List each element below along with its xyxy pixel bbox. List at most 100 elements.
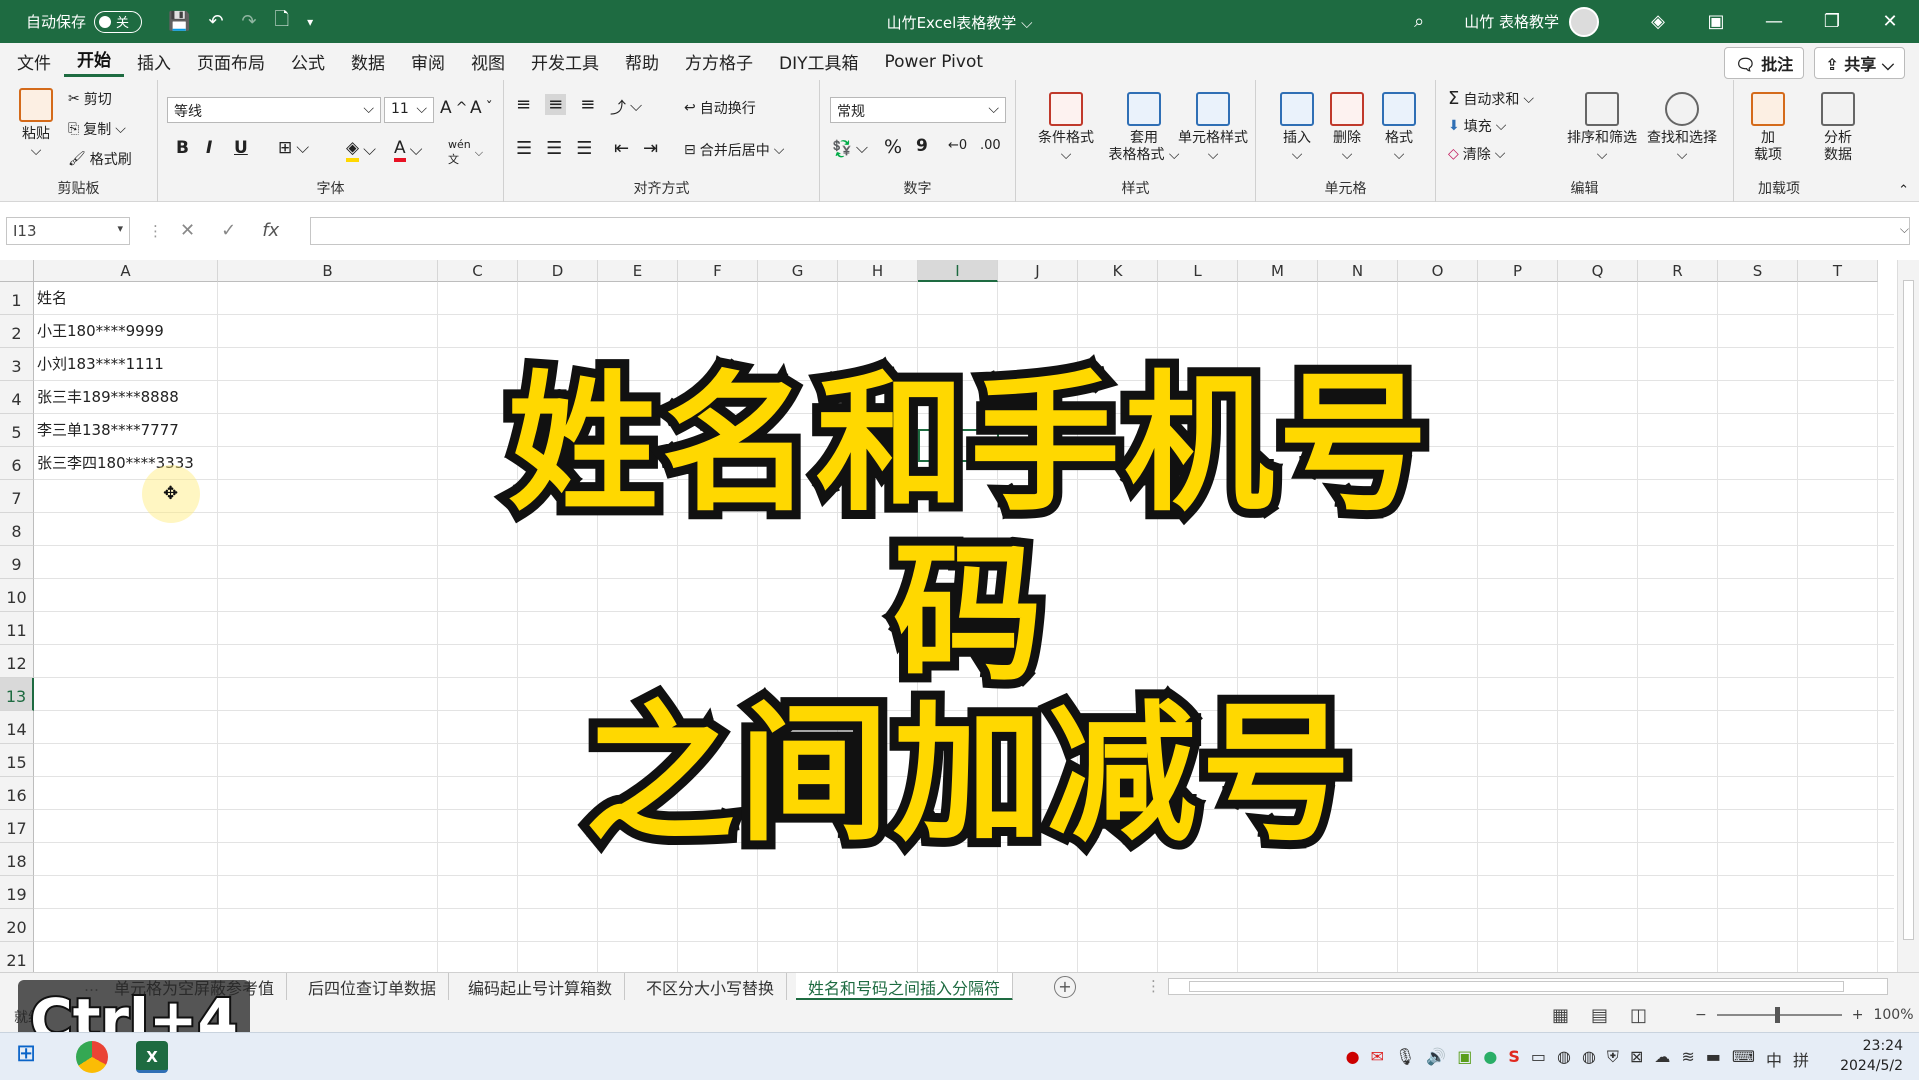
customize-toolbar-icon[interactable]: ▾ xyxy=(307,15,313,29)
horizontal-scroll-thumb[interactable] xyxy=(1189,981,1844,992)
phonetic-button[interactable]: wén 文 ⌵ xyxy=(448,138,483,167)
column-header-n[interactable]: N xyxy=(1318,260,1398,282)
record-icon[interactable]: ● xyxy=(1346,1047,1360,1071)
battery-icon[interactable]: ▬ xyxy=(1706,1047,1721,1071)
sort-filter-button[interactable]: 排序和筛选 ⌵ xyxy=(1562,92,1642,164)
keyboard-icon[interactable]: ⌨ xyxy=(1732,1047,1755,1071)
column-header-a[interactable]: A xyxy=(34,260,218,282)
column-header-m[interactable]: M xyxy=(1238,260,1318,282)
save-icon[interactable]: 💾 xyxy=(168,11,190,32)
column-header-f[interactable]: F xyxy=(678,260,758,282)
shrink-font-button[interactable]: Aˇ xyxy=(470,98,493,118)
wechat-icon[interactable]: ● xyxy=(1483,1047,1497,1071)
system-clock[interactable]: 23:24 2024/5/2 xyxy=(1840,1036,1903,1076)
app-tray-icon[interactable]: ✉ xyxy=(1371,1047,1384,1071)
zoom-in-button[interactable]: + xyxy=(1852,1007,1864,1023)
normal-view-icon[interactable]: ▦ xyxy=(1552,1005,1569,1026)
format-painter-button[interactable]: 🖌 格式刷 xyxy=(68,149,132,169)
addins-button[interactable]: 加 载项 xyxy=(1748,92,1788,164)
find-select-button[interactable]: 查找和选择 ⌵ xyxy=(1642,92,1722,164)
row-header-6[interactable]: 6 xyxy=(0,447,34,480)
font-name-select[interactable]: 等线 ⌵ xyxy=(167,97,381,123)
row-header-1[interactable]: 1 xyxy=(0,282,34,315)
column-header-s[interactable]: S xyxy=(1718,260,1798,282)
tab-power-pivot[interactable]: Power Pivot xyxy=(872,52,997,72)
column-header-p[interactable]: P xyxy=(1478,260,1558,282)
tab-review[interactable]: 审阅 xyxy=(398,49,458,74)
select-all-corner[interactable] xyxy=(0,260,34,282)
row-header-16[interactable]: 16 xyxy=(0,777,34,810)
row-header-13[interactable]: 13 xyxy=(0,678,34,711)
tab-fangfang[interactable]: 方方格子 xyxy=(672,49,766,74)
name-box[interactable]: I13 ▾ xyxy=(6,217,130,245)
currency-button[interactable]: 💱 ⌵ xyxy=(832,138,868,158)
excel-taskbar-icon[interactable]: X xyxy=(136,1041,168,1073)
diamond-icon[interactable]: ◈ xyxy=(1629,11,1687,32)
tab-developer[interactable]: 开发工具 xyxy=(518,49,612,74)
column-header-r[interactable]: R xyxy=(1638,260,1718,282)
collapse-ribbon-icon[interactable]: ⌃ xyxy=(1898,183,1909,198)
align-top-icon[interactable]: ≡ xyxy=(516,94,531,115)
horizontal-align-buttons[interactable]: ☰ ☰ ☰ xyxy=(516,138,592,159)
wrap-text-button[interactable]: ↩ 自动换行 xyxy=(684,98,756,118)
column-header-e[interactable]: E xyxy=(598,260,678,282)
row-header-20[interactable]: 20 xyxy=(0,909,34,942)
row-header-11[interactable]: 11 xyxy=(0,612,34,645)
align-right-icon[interactable]: ☰ xyxy=(576,138,592,159)
column-header-b[interactable]: B xyxy=(218,260,438,282)
cell-a4[interactable]: 张三丰189****8888 xyxy=(37,381,179,414)
comments-button[interactable]: 🗨 批注 xyxy=(1724,47,1805,79)
column-header-g[interactable]: G xyxy=(758,260,838,282)
qq-icon-2[interactable]: ◍ xyxy=(1582,1047,1596,1071)
bold-button[interactable]: B xyxy=(176,138,189,158)
wifi-icon[interactable]: ≋ xyxy=(1681,1047,1694,1071)
autosum-button[interactable]: Σ 自动求和 ⌵ xyxy=(1448,88,1534,109)
row-header-9[interactable]: 9 xyxy=(0,546,34,579)
analyze-data-button[interactable]: 分析 数据 xyxy=(1818,92,1858,164)
column-header-o[interactable]: O xyxy=(1398,260,1478,282)
new-doc-icon[interactable]: 🗋 xyxy=(275,7,289,37)
redo-icon[interactable]: ↷ xyxy=(242,11,257,32)
horizontal-scrollbar[interactable] xyxy=(1168,978,1888,995)
format-cells-button[interactable]: 格式 ⌵ xyxy=(1376,92,1422,164)
page-layout-view-icon[interactable]: ▤ xyxy=(1591,1005,1608,1026)
insert-function-icon[interactable]: fx xyxy=(262,220,279,241)
align-middle-icon[interactable]: ≡ xyxy=(545,94,567,115)
increase-indent-icon[interactable]: ⇥ xyxy=(643,138,658,159)
cell-a1[interactable]: 姓名 xyxy=(37,282,67,315)
cell-styles-button[interactable]: 单元格样式 ⌵ xyxy=(1168,92,1258,164)
zoom-out-button[interactable]: − xyxy=(1695,1007,1707,1023)
font-color-button[interactable]: A ⌵ xyxy=(394,138,423,162)
cell-a5[interactable]: 李三单138****7777 xyxy=(37,414,179,447)
shield-icon[interactable]: ⛨ xyxy=(1607,1047,1619,1071)
column-header-l[interactable]: L xyxy=(1158,260,1238,282)
grow-font-button[interactable]: A ^ xyxy=(440,98,468,118)
align-bottom-icon[interactable]: ≡ xyxy=(580,94,595,115)
italic-button[interactable]: I xyxy=(206,138,212,158)
vertical-scroll-thumb[interactable] xyxy=(1903,280,1914,940)
tab-insert[interactable]: 插入 xyxy=(124,49,184,74)
vertical-scrollbar[interactable] xyxy=(1897,260,1919,972)
column-header-t[interactable]: T xyxy=(1798,260,1878,282)
clear-button[interactable]: ◇ 清除 ⌵ xyxy=(1448,144,1505,164)
cancel-icon[interactable]: ✕ xyxy=(180,220,195,241)
chat-icon[interactable]: ▭ xyxy=(1531,1047,1546,1071)
column-header-c[interactable]: C xyxy=(438,260,518,282)
row-header-18[interactable]: 18 xyxy=(0,843,34,876)
align-center-icon[interactable]: ☰ xyxy=(546,138,562,159)
tab-view[interactable]: 视图 xyxy=(458,49,518,74)
autosave-control[interactable]: 自动保存 关 xyxy=(26,10,143,33)
tab-help[interactable]: 帮助 xyxy=(612,49,672,74)
column-header-i[interactable]: I xyxy=(918,260,998,282)
row-header-4[interactable]: 4 xyxy=(0,381,34,414)
formula-input[interactable] xyxy=(310,217,1910,245)
sogou-icon[interactable]: S xyxy=(1508,1047,1520,1071)
cell-a3[interactable]: 小刘183****1111 xyxy=(37,348,164,381)
undo-icon[interactable]: ↶ xyxy=(208,11,223,32)
microphone-icon[interactable]: 🎙 xyxy=(1395,1047,1415,1071)
orientation-button[interactable]: ⤴ ⌵ xyxy=(610,94,642,118)
tab-data[interactable]: 数据 xyxy=(338,49,398,74)
cell-a2[interactable]: 小王180****9999 xyxy=(37,315,164,348)
sheet-tab[interactable]: 编码起止号计算箱数 xyxy=(456,973,626,1001)
row-header-2[interactable]: 2 xyxy=(0,315,34,348)
